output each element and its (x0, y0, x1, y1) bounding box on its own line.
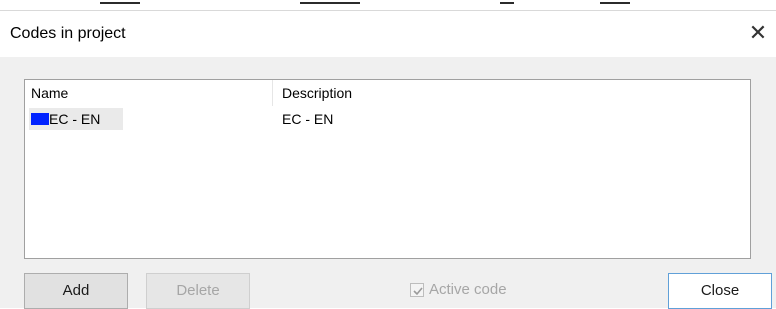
title-bar: Codes in project ✕ (0, 11, 776, 57)
checkbox-box[interactable] (410, 283, 424, 297)
active-code-label: Active code (429, 281, 507, 298)
table-row[interactable]: EC - EN EC - EN (25, 108, 750, 130)
delete-button[interactable]: Delete (146, 273, 250, 309)
code-name: EC - EN (49, 111, 101, 127)
color-swatch (31, 113, 49, 125)
close-button[interactable]: Close (668, 273, 772, 309)
codes-list[interactable]: Name Description EC - EN EC - EN (24, 79, 751, 259)
close-icon[interactable]: ✕ (746, 21, 770, 45)
add-button[interactable]: Add (24, 273, 128, 309)
background-mark (300, 2, 360, 4)
background-window-strip (0, 0, 776, 10)
codes-dialog: Codes in project ✕ Name Description EC -… (0, 10, 776, 309)
column-divider[interactable] (272, 80, 273, 106)
column-header-description[interactable]: Description (282, 85, 352, 101)
column-header-name[interactable]: Name (31, 85, 68, 101)
background-mark (500, 2, 514, 4)
code-description: EC - EN (282, 111, 334, 127)
background-mark (600, 2, 630, 4)
background-mark (100, 2, 140, 4)
check-icon (413, 287, 423, 296)
dialog-title: Codes in project (10, 25, 126, 42)
name-cell[interactable]: EC - EN (29, 108, 123, 130)
list-header: Name Description (25, 80, 750, 106)
